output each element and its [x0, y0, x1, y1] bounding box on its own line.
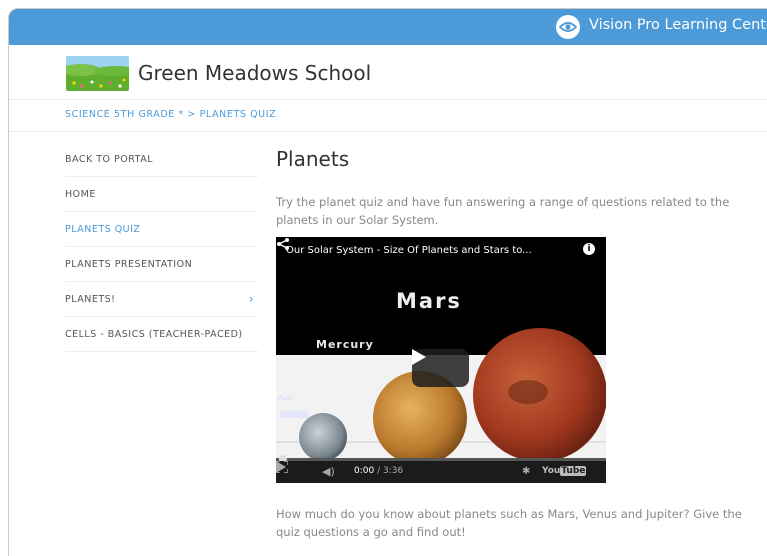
video-controls: ◀) 0:00 / 3:36 ✱ YouTube — [276, 461, 606, 483]
page-title: Planets — [276, 147, 350, 171]
sidebar-nav: BACK TO PORTAL HOME PLANETS QUIZ PLANETS… — [65, 142, 258, 352]
divider — [9, 99, 767, 100]
share-icon[interactable] — [276, 237, 290, 251]
sidebar-item-planets-presentation[interactable]: PLANETS PRESENTATION — [65, 247, 258, 282]
sidebar-item-home[interactable]: HOME — [65, 177, 258, 212]
eye-icon[interactable] — [556, 15, 580, 39]
fullscreen-icon[interactable] — [276, 461, 288, 473]
video-player[interactable]: Our Solar System - Size Of Planets and S… — [276, 237, 606, 483]
play-icon — [412, 349, 426, 365]
info-icon[interactable]: i — [583, 243, 595, 255]
sidebar-item-label: CELLS - BASICS (TEACHER-PACED) — [65, 328, 243, 340]
video-title[interactable]: Our Solar System - Size Of Planets and S… — [286, 245, 532, 256]
youtube-logo[interactable]: YouTube — [542, 466, 587, 476]
sidebar-item-cells-basics[interactable]: CELLS - BASICS (TEACHER-PACED) — [65, 317, 258, 352]
youtube-logo-tube: Tube — [560, 466, 587, 476]
gear-icon[interactable]: ✱ — [522, 466, 530, 477]
meadow-landscape-logo[interactable] — [66, 55, 129, 91]
school-name[interactable]: Green Meadows School — [138, 61, 371, 85]
sidebar-item-label: PLANETS! — [65, 293, 116, 305]
video-label-mercury: Mercury — [316, 338, 374, 351]
school-header: Green Meadows School — [66, 54, 371, 92]
current-time: 0:00 — [354, 466, 375, 476]
sidebar-item-label: BACK TO PORTAL — [65, 153, 154, 165]
sidebar-item-label: PLANETS QUIZ — [65, 223, 141, 235]
volume-icon[interactable]: ◀) — [322, 465, 335, 478]
duration: / 3:36 — [377, 466, 404, 476]
browser-frame: Vision Pro Learning Center Green Meadows… — [8, 8, 767, 556]
outro-text: How much do you know about planets such … — [276, 507, 742, 539]
divider — [9, 131, 767, 132]
sidebar-item-back-to-portal[interactable]: BACK TO PORTAL — [65, 142, 258, 177]
sidebar-item-planets[interactable]: PLANETS! › — [65, 282, 258, 317]
video-label-pluto: Pluto — [278, 395, 294, 402]
intro-text: Try the planet quiz and have fun answeri… — [276, 195, 730, 227]
top-bar: Vision Pro Learning Center — [9, 9, 767, 45]
chevron-right-icon[interactable]: › — [249, 292, 254, 306]
sidebar-item-planets-quiz[interactable]: PLANETS QUIZ — [65, 212, 258, 247]
sidebar-item-label: PLANETS PRESENTATION — [65, 258, 193, 270]
video-time: 0:00 / 3:36 — [354, 466, 403, 476]
sidebar-item-label: HOME — [65, 188, 96, 200]
play-button[interactable] — [412, 349, 469, 387]
app-title[interactable]: Vision Pro Learning Center — [589, 17, 767, 33]
video-label-mars: Mars — [396, 289, 462, 313]
youtube-logo-you: You — [542, 466, 561, 476]
breadcrumb[interactable]: SCIENCE 5TH GRADE * > PLANETS QUIZ — [65, 109, 276, 120]
